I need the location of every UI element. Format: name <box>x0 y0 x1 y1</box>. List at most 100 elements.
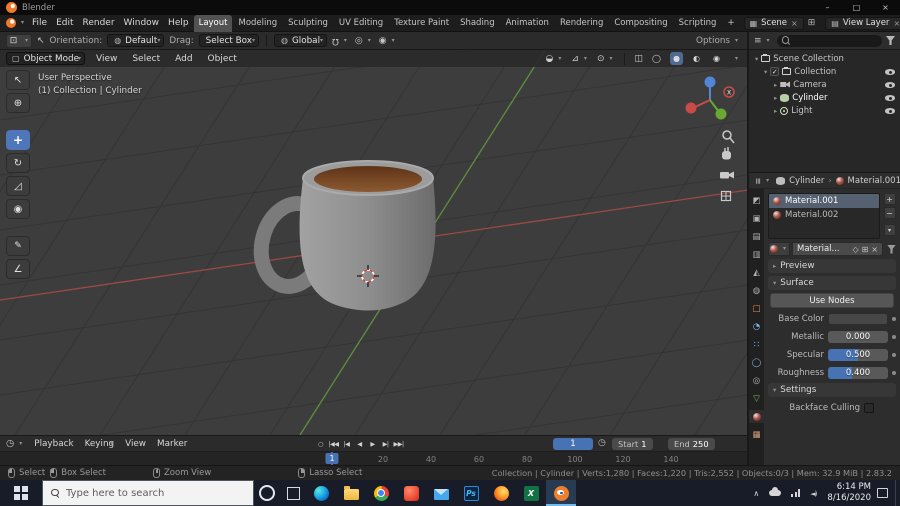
select-menu[interactable]: Select <box>128 54 164 64</box>
select-box-tool-icon[interactable] <box>6 70 30 90</box>
marker-menu[interactable]: Marker <box>155 439 189 449</box>
tab-view-layer-icon[interactable] <box>750 248 763 261</box>
play-reverse-icon[interactable]: ◀ <box>354 438 365 450</box>
material-slot[interactable]: Material.001 <box>769 194 879 208</box>
timeline-view-menu[interactable]: View <box>123 439 148 449</box>
taskbar-app-excel[interactable]: X <box>516 480 546 506</box>
close-icon[interactable]: × <box>871 0 900 15</box>
start-button-icon[interactable] <box>0 480 42 506</box>
current-frame-field[interactable]: 1 <box>553 438 593 450</box>
action-center-icon[interactable] <box>877 488 888 498</box>
autokey-icon[interactable]: ○ <box>315 438 326 450</box>
pan-hand-icon[interactable] <box>722 147 731 160</box>
view-menu[interactable]: View <box>92 54 121 64</box>
roughness-slider[interactable]: 0.400 <box>828 366 888 379</box>
taskbar-app-edge[interactable] <box>306 480 336 506</box>
view-layer-close-icon[interactable] <box>893 19 900 28</box>
new-scene-icon[interactable] <box>805 18 819 28</box>
taskbar-app-explorer[interactable] <box>336 480 366 506</box>
expand-right-icon[interactable] <box>774 81 777 89</box>
outliner-search-input[interactable] <box>793 35 877 46</box>
zoom-icon[interactable] <box>722 130 735 144</box>
scene-selector[interactable]: Scene <box>743 16 804 30</box>
workspace-tab-scripting[interactable]: Scripting <box>674 15 722 32</box>
workspace-tab-layout[interactable]: Layout <box>193 14 233 32</box>
shading-wireframe-icon[interactable] <box>650 52 663 65</box>
transform-tool-icon[interactable] <box>6 199 30 219</box>
keying-menu[interactable]: Keying <box>83 439 117 449</box>
add-slot-icon[interactable] <box>883 193 896 205</box>
orientation-dropdown[interactable]: Default <box>107 34 165 47</box>
outliner-row-scene-collection[interactable]: Scene Collection <box>749 52 900 65</box>
tab-object-icon[interactable] <box>750 302 763 315</box>
show-gizmo-icon[interactable] <box>571 54 590 64</box>
jump-to-start-icon[interactable]: |◀◀ <box>328 438 339 450</box>
surface-section-header[interactable]: Surface <box>768 276 896 290</box>
outliner-search[interactable] <box>776 34 882 47</box>
taskbar-app-store[interactable] <box>396 480 426 506</box>
unlink-material-icon[interactable] <box>871 245 878 254</box>
minimize-icon[interactable]: – <box>813 0 842 15</box>
menu-edit[interactable]: Edit <box>52 18 77 28</box>
taskbar-app-firefox[interactable] <box>486 480 516 506</box>
move-tool-icon[interactable] <box>6 130 30 150</box>
outliner-row-collection[interactable]: Collection <box>749 65 900 78</box>
expand-right-icon[interactable] <box>774 94 777 102</box>
next-keyframe-icon[interactable]: ▶| <box>380 438 391 450</box>
tab-particles-icon[interactable] <box>750 338 763 351</box>
tab-modifiers-icon[interactable] <box>750 320 763 333</box>
specular-slider[interactable]: 0.500 <box>828 348 888 361</box>
playhead[interactable]: 1 <box>325 452 339 466</box>
expand-down-icon[interactable] <box>755 55 758 63</box>
gizmo-x-axis-label[interactable]: X <box>727 90 731 97</box>
toggle-xray-icon[interactable] <box>634 54 643 64</box>
taskbar-app-chrome[interactable] <box>366 480 396 506</box>
use-nodes-button[interactable]: Use Nodes <box>770 293 894 308</box>
outliner-editor-icon[interactable] <box>754 36 773 46</box>
navigation-gizmo[interactable]: X <box>685 76 735 120</box>
tab-render-icon[interactable] <box>750 212 763 225</box>
workspace-tab-animation[interactable]: Animation <box>501 15 554 32</box>
transform-space-dropdown[interactable]: Global <box>273 34 328 47</box>
preview-section-header[interactable]: Preview <box>768 259 896 273</box>
properties-editor-icon[interactable] <box>754 176 772 186</box>
scene-close-icon[interactable] <box>791 19 798 28</box>
timeline-ruler[interactable]: 20 40 60 80 100 120 140 1 <box>0 452 747 466</box>
outliner-row-cylinder[interactable]: Cylinder <box>749 91 900 104</box>
camera-view-icon[interactable] <box>720 171 734 179</box>
active-tool-icon[interactable] <box>6 33 32 48</box>
cortana-icon[interactable] <box>254 480 280 506</box>
add-workspace-button[interactable]: + <box>722 15 739 32</box>
menu-file[interactable]: File <box>28 18 51 28</box>
collection-checkbox[interactable] <box>770 67 780 76</box>
taskbar-app-mail[interactable] <box>426 480 456 506</box>
annotate-tool-icon[interactable] <box>6 236 30 256</box>
fake-user-icon[interactable] <box>852 245 858 254</box>
end-frame-field[interactable]: End 250 <box>668 438 715 450</box>
cursor-tool-icon[interactable] <box>6 93 30 113</box>
tab-scene-icon[interactable] <box>750 266 763 279</box>
tab-object-data-icon[interactable] <box>750 392 763 405</box>
menu-help[interactable]: Help <box>164 18 193 28</box>
network-icon[interactable] <box>791 489 801 497</box>
tab-output-icon[interactable] <box>750 230 763 243</box>
hide-eye-icon[interactable] <box>885 67 895 77</box>
menu-window[interactable]: Window <box>120 18 164 28</box>
tab-constraints-icon[interactable] <box>750 374 763 387</box>
taskbar-search-input[interactable] <box>66 487 226 499</box>
animate-property-icon[interactable] <box>892 316 896 321</box>
tab-world-icon[interactable] <box>750 284 763 297</box>
animate-property-icon[interactable] <box>892 334 896 339</box>
filter-icon[interactable] <box>886 36 895 45</box>
jump-to-end-icon[interactable]: ▶▶| <box>393 438 404 450</box>
copy-material-icon[interactable] <box>862 245 869 254</box>
taskbar-search[interactable] <box>42 480 254 506</box>
options-dropdown[interactable]: Options <box>696 36 741 46</box>
view-layer-selector[interactable]: View Layer <box>825 16 900 30</box>
rotate-tool-icon[interactable] <box>6 153 30 173</box>
workspace-tab-shading[interactable]: Shading <box>455 15 500 32</box>
material-slot[interactable]: Material.002 <box>769 208 879 222</box>
material-name-field[interactable]: Material... <box>792 242 883 256</box>
taskbar-app-blender[interactable] <box>546 480 576 506</box>
workspace-tab-modeling[interactable]: Modeling <box>233 15 282 32</box>
